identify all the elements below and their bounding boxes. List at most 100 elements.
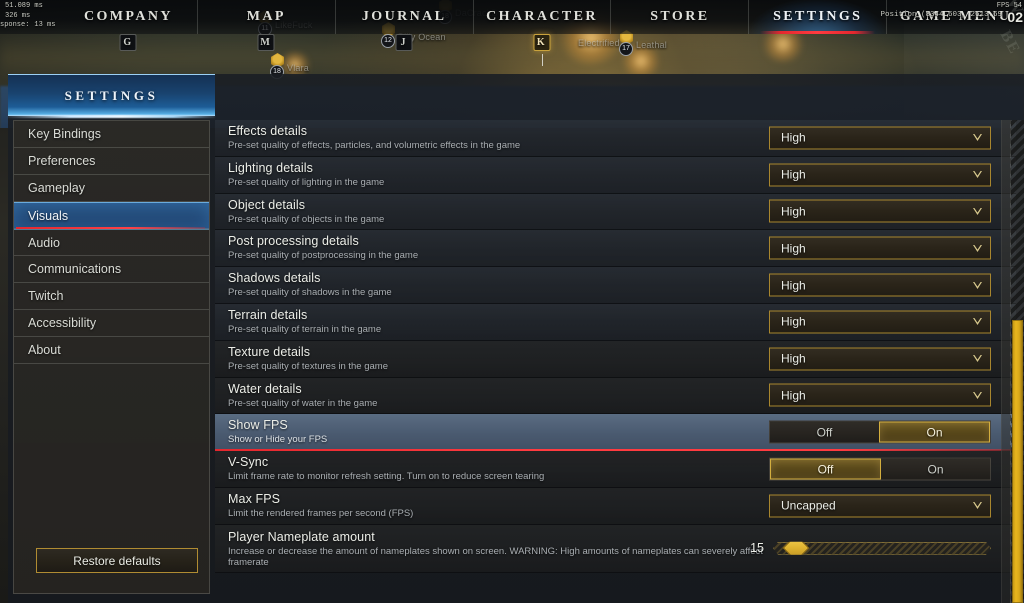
setting-dropdown[interactable]: High [769, 163, 991, 187]
settings-list: Effects details Pre-set quality of effect… [215, 120, 1016, 603]
nav-tab-store[interactable]: STORE [610, 0, 748, 34]
setting-dropdown[interactable]: High [769, 310, 991, 334]
toggle-option-off[interactable]: Off [770, 422, 879, 443]
dropdown-value: High [781, 388, 806, 403]
chevron-down-icon [972, 501, 982, 510]
setting-dropdown[interactable]: High [769, 347, 991, 371]
settings-window: SETTINGS Key Bindings Preferences Gameplay… [8, 74, 1024, 603]
settings-scrollbar[interactable] [1010, 120, 1024, 603]
setting-description: Limit the rendered frames per second (FP… [228, 507, 414, 519]
setting-dropdown[interactable]: Uncapped [769, 494, 991, 518]
sidebar-item-list: Key Bindings Preferences Gameplay Visuals Au… [14, 121, 209, 364]
sidebar-item-label: Key Bindings [28, 127, 101, 141]
sidebar-item-gameplay[interactable]: Gameplay [14, 175, 209, 202]
setting-row[interactable]: Terrain details Pre-set quality of terrai… [215, 303, 1016, 341]
setting-dropdown[interactable]: High [769, 273, 991, 297]
sidebar-item-label: About [28, 343, 61, 357]
setting-row-text: Player Nameplate amount Increase or decre… [228, 530, 768, 568]
page-title: SETTINGS [64, 87, 159, 103]
debug-stats-left: 51.089 ms 326 ms sponse: 13 ms [0, 2, 90, 31]
sidebar-item-about[interactable]: About [14, 337, 209, 364]
dropdown-value: High [781, 241, 806, 256]
debug-stat-row: 326 ms [0, 12, 90, 22]
setting-control: High [769, 236, 991, 260]
setting-row-text: Lighting details Pre-set quality of light… [228, 161, 768, 188]
player-name-label: Vlara [287, 63, 310, 73]
toggle-option-on[interactable]: On [879, 421, 990, 443]
dropdown-value: High [781, 351, 806, 366]
sidebar-item-label: Accessibility [28, 316, 97, 330]
setting-row[interactable]: Object details Pre-set quality of objects… [215, 193, 1016, 231]
sidebar-item-label: Visuals [28, 208, 69, 223]
setting-dropdown[interactable]: High [769, 236, 991, 260]
sidebar-item-label: Audio [28, 235, 60, 250]
slider-track[interactable] [773, 542, 991, 555]
setting-row[interactable]: Max FPS Limit the rendered frames per sec… [215, 487, 1016, 525]
setting-row[interactable]: Lighting details Pre-set quality of light… [215, 156, 1016, 194]
dropdown-value: High [781, 130, 806, 145]
sidebar-item-audio[interactable]: Audio [14, 229, 209, 256]
nav-tab-keybind-badge[interactable]: G [119, 34, 137, 51]
setting-row[interactable]: Water details Pre-set quality of water in… [215, 377, 1016, 415]
sidebar-item-label: Communications [28, 262, 122, 276]
nav-tab-journal[interactable]: JOURNAL J [334, 0, 473, 51]
nav-tab-label: SETTINGS [773, 9, 863, 24]
slider-handle[interactable] [782, 535, 809, 562]
setting-control: High [769, 126, 991, 150]
chevron-down-icon [972, 317, 982, 326]
setting-control: Off On [769, 457, 991, 481]
nav-tab-keybind-badge[interactable]: J [395, 34, 413, 51]
player-name-label: Leathal [636, 40, 667, 50]
setting-row[interactable]: Player Nameplate amount Increase or decre… [215, 524, 1016, 573]
player-name-label: Electrified [578, 38, 620, 48]
nav-tab-settings[interactable]: SETTINGS [748, 0, 887, 34]
setting-description: Limit frame rate to monitor refresh sett… [228, 471, 545, 483]
nav-tab-keybind-badge[interactable]: K [533, 34, 551, 51]
restore-defaults-button[interactable]: Restore defaults [36, 548, 198, 573]
setting-description: Pre-set quality of lighting in the game [228, 176, 385, 188]
sidebar-item-visuals[interactable]: Visuals [14, 202, 209, 229]
setting-title: Shadows details [228, 271, 321, 286]
sidebar-item-preferences[interactable]: Preferences [14, 148, 209, 175]
debug-stat-row: 51.089 ms [0, 2, 90, 12]
setting-row[interactable]: Post processing details Pre-set quality o… [215, 230, 1016, 268]
nav-tab-character[interactable]: CHARACTER K [472, 0, 611, 51]
player-level-badge: 17 [619, 42, 633, 56]
nav-tab-label: STORE [650, 9, 710, 24]
scrollbar-thumb[interactable] [1012, 320, 1023, 603]
setting-title: Terrain details [228, 307, 308, 322]
toggle-option-on[interactable]: On [881, 459, 990, 480]
nav-tab-map[interactable]: MAP M [196, 0, 335, 51]
setting-control: High [769, 273, 991, 297]
setting-row-text: Shadows details Pre-set quality of shadow… [228, 271, 768, 298]
nav-tab-keybind-badge[interactable]: M [257, 34, 275, 51]
setting-control: Uncapped [769, 494, 991, 518]
setting-description: Pre-set quality of objects in the game [228, 213, 385, 225]
chevron-down-icon [972, 354, 982, 363]
setting-description: Pre-set quality of terrain in the game [228, 323, 382, 335]
setting-row[interactable]: Shadows details Pre-set quality of shadow… [215, 267, 1016, 304]
dropdown-value: Uncapped [781, 498, 836, 513]
setting-dropdown[interactable]: High [769, 199, 991, 223]
setting-row[interactable]: V-Sync Limit frame rate to monitor refres… [215, 451, 1016, 488]
slider-value: 15 [750, 541, 764, 556]
setting-row[interactable]: Show FPS Show or Hide your FPS Off On [215, 414, 1016, 452]
toggle-option-off[interactable]: Off [770, 458, 881, 480]
setting-toggle: Off On [769, 457, 991, 481]
sidebar-item-key-bindings[interactable]: Key Bindings [14, 121, 209, 148]
dropdown-value: High [781, 204, 806, 219]
sidebar-item-accessibility[interactable]: Accessibility [14, 310, 209, 337]
sidebar-item-communications[interactable]: Communications [14, 256, 209, 283]
setting-title: Texture details [228, 344, 311, 359]
setting-row-text: V-Sync Limit frame rate to monitor refres… [228, 455, 768, 482]
settings-sidebar: Key Bindings Preferences Gameplay Visuals Au… [13, 120, 210, 594]
setting-row-text: Post processing details Pre-set quality o… [228, 234, 768, 261]
setting-description: Pre-set quality of shadows in the game [228, 287, 392, 299]
top-navigation-bar: COMPANY G MAP M JOURNAL J CHARACTER K STORE SETTI… [0, 0, 1024, 51]
setting-dropdown[interactable]: High [769, 126, 991, 150]
setting-dropdown[interactable]: High [769, 383, 991, 407]
settings-window-titlebar: SETTINGS [8, 74, 215, 116]
setting-row[interactable]: Texture details Pre-set quality of textur… [215, 340, 1016, 378]
sidebar-item-twitch[interactable]: Twitch [14, 283, 209, 310]
setting-row[interactable]: Effects details Pre-set quality of effect… [215, 120, 1016, 157]
